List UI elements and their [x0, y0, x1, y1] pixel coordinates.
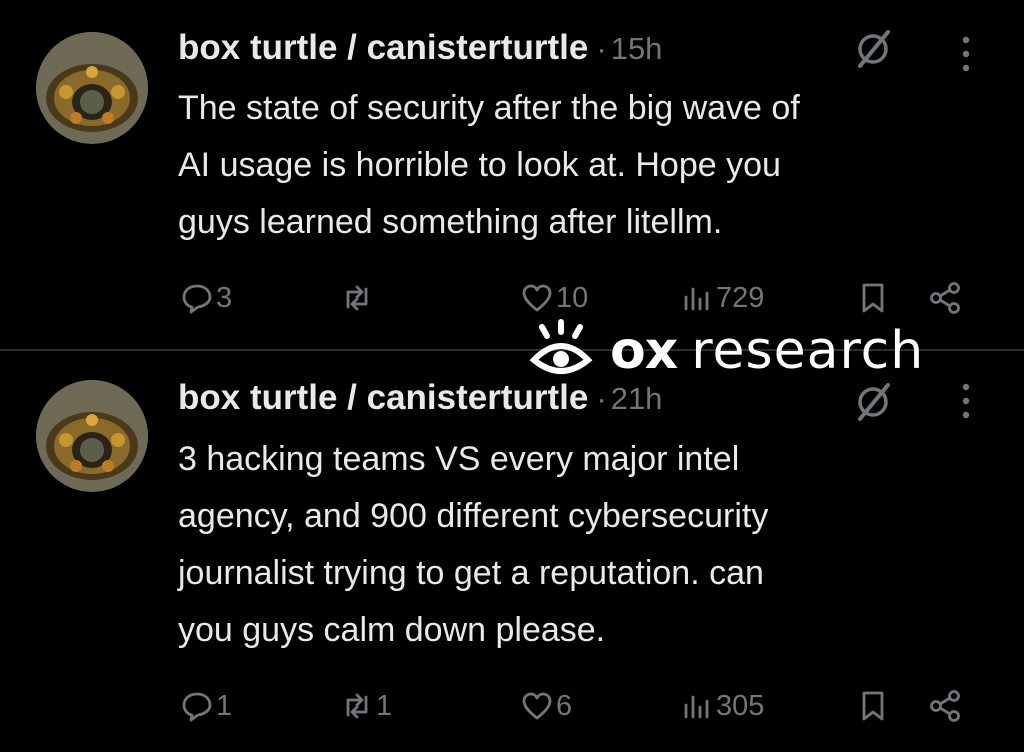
view-count: 305 — [716, 689, 765, 722]
badge-icon[interactable] — [850, 379, 896, 425]
tweet-text: The state of security after the big wave… — [178, 89, 800, 241]
share-icon — [930, 690, 960, 722]
tweet[interactable]: box turtle / canisterturtle · 15h The stat… — [0, 0, 1024, 350]
share-button[interactable] — [928, 684, 962, 728]
separator: · — [596, 31, 607, 66]
more-icon[interactable] — [956, 381, 976, 421]
separator: · — [596, 381, 607, 416]
reply-icon — [182, 692, 212, 722]
bookmark-icon — [862, 283, 884, 313]
like-count: 10 — [556, 281, 589, 314]
avatar-turtle — [36, 32, 148, 144]
action-bar: 1 1 6 305 — [0, 684, 1024, 728]
tweet[interactable]: box turtle / canisterturtle · 21h 3 hackin… — [0, 351, 1024, 752]
like-button[interactable]: 6 — [520, 684, 572, 728]
watermark-label: research — [691, 321, 925, 381]
views-button[interactable]: 305 — [680, 684, 764, 728]
avatar-turtle — [36, 380, 148, 492]
like-button[interactable]: 10 — [520, 276, 588, 320]
tweet-text: 3 hacking teams VS every major intel age… — [178, 440, 769, 649]
view-count: 729 — [716, 281, 765, 314]
retweet-icon — [346, 285, 368, 311]
action-bar: 3 10 729 — [0, 276, 1024, 320]
reply-button[interactable]: 3 — [180, 276, 232, 320]
more-icon[interactable] — [956, 34, 976, 74]
like-icon — [522, 692, 552, 720]
watermark-brand: ox — [610, 321, 678, 381]
bookmark-icon — [862, 691, 884, 721]
views-icon — [684, 695, 709, 719]
reply-count: 1 — [216, 689, 233, 722]
bookmark-button[interactable] — [856, 276, 890, 320]
like-count: 6 — [556, 689, 573, 722]
watermark: ox research — [524, 318, 1004, 384]
share-icon — [930, 282, 960, 314]
like-icon — [522, 284, 552, 312]
timestamp[interactable]: 21h — [611, 381, 663, 416]
retweet-count: 1 — [376, 689, 393, 722]
bookmark-button[interactable] — [856, 684, 890, 728]
badge-icon[interactable] — [850, 26, 896, 72]
retweet-button[interactable] — [340, 276, 376, 320]
share-button[interactable] — [928, 276, 962, 320]
timestamp[interactable]: 15h — [611, 31, 663, 66]
reply-icon — [182, 284, 212, 314]
views-button[interactable]: 729 — [680, 276, 764, 320]
reply-count: 3 — [216, 281, 233, 314]
avatar[interactable] — [36, 32, 148, 144]
tweet-header: box turtle / canisterturtle · 15h — [178, 28, 662, 68]
views-icon — [684, 287, 709, 311]
display-name[interactable]: box turtle / canisterturtle — [178, 28, 588, 67]
avatar[interactable] — [36, 380, 148, 492]
eye-logo-icon — [529, 319, 593, 374]
retweet-button[interactable]: 1 — [340, 684, 392, 728]
reply-button[interactable]: 1 — [180, 684, 232, 728]
retweet-icon — [346, 693, 368, 719]
tweet-header: box turtle / canisterturtle · 21h — [178, 378, 662, 418]
